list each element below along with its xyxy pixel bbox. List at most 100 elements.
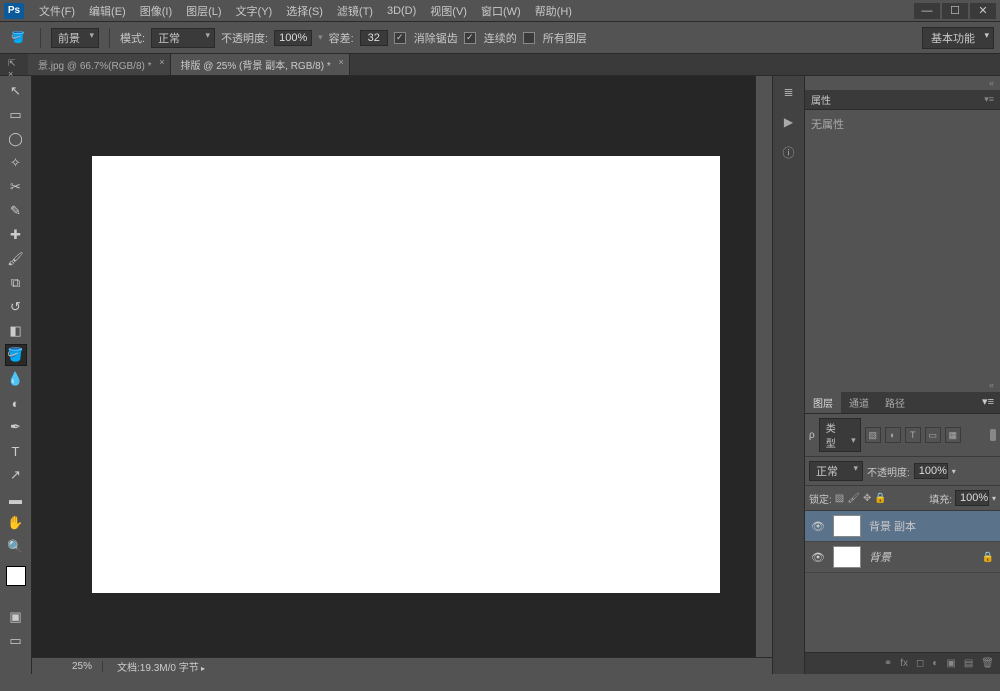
foreground-swatch[interactable] — [6, 566, 26, 586]
group-icon[interactable]: ▣ — [946, 658, 955, 669]
layer-filter-dropdown[interactable]: 类型 — [819, 418, 861, 452]
screen-mode-icon[interactable]: ▭ — [5, 630, 27, 652]
document-info[interactable]: 文档:19.3M/0 字节 — [117, 659, 205, 674]
paths-tab[interactable]: 路径 — [877, 392, 913, 413]
move-tool[interactable]: ↖ — [5, 80, 27, 102]
fill-label: 填充: — [929, 491, 952, 506]
quick-mask-icon[interactable]: ▣ — [5, 606, 27, 628]
marquee-tool[interactable]: ▭ — [5, 104, 27, 126]
lock-transparent-icon[interactable]: ▨ — [835, 493, 844, 504]
info-panel-icon[interactable]: ⓘ — [779, 142, 799, 162]
eyedropper-tool[interactable]: ✎ — [5, 200, 27, 222]
magic-wand-tool[interactable]: ✧ — [5, 152, 27, 174]
fill-source-dropdown[interactable]: 前景 — [51, 28, 99, 48]
filter-pixel-icon[interactable]: ▧ — [865, 427, 881, 443]
visibility-toggle-icon[interactable]: 👁 — [811, 551, 825, 564]
stamp-tool[interactable]: ⧉ — [5, 272, 27, 294]
layer-opacity-input[interactable]: 100% — [914, 463, 948, 479]
blend-mode-dropdown[interactable]: 正常 — [151, 28, 215, 48]
layer-mask-icon[interactable]: ◻ — [916, 658, 924, 669]
zoom-level[interactable]: 25% — [72, 661, 103, 672]
layer-row[interactable]: 👁 背景 副本 — [805, 511, 1000, 542]
lock-pixels-icon[interactable]: 🖌 — [847, 493, 860, 504]
layer-row[interactable]: 👁 背景 🔒 — [805, 542, 1000, 573]
filter-type-icon[interactable]: T — [905, 427, 921, 443]
tools-panel: ↖ ▭ ◯ ✧ ✂ ✎ ✚ 🖌 ⧉ ↺ ◧ 🪣 💧 ◐ ✒ T ↗ ▬ ✋ 🔍 … — [0, 76, 32, 674]
tab-pin-icon[interactable]: ⇱ × — [8, 58, 22, 72]
filter-toggle[interactable] — [990, 429, 996, 441]
paint-bucket-tool[interactable]: 🪣 — [5, 344, 27, 366]
layer-blend-dropdown[interactable]: 正常 — [809, 461, 863, 481]
layer-thumbnail[interactable] — [833, 546, 861, 568]
all-layers-checkbox[interactable] — [523, 32, 535, 44]
lock-position-icon[interactable]: ✥ — [863, 493, 871, 504]
minimize-button[interactable]: — — [914, 3, 940, 19]
visibility-toggle-icon[interactable]: 👁 — [811, 520, 825, 533]
vertical-scrollbar[interactable] — [755, 76, 772, 657]
brush-tool[interactable]: 🖌 — [5, 248, 27, 270]
layer-thumbnail[interactable] — [833, 515, 861, 537]
pen-tool[interactable]: ✒ — [5, 416, 27, 438]
close-button[interactable]: ✕ — [970, 3, 996, 19]
filter-adjust-icon[interactable]: ◐ — [885, 427, 901, 443]
lock-all-icon[interactable]: 🔒 — [874, 493, 886, 504]
menu-help[interactable]: 帮助(H) — [528, 3, 579, 19]
layer-name[interactable]: 背景 副本 — [869, 518, 916, 534]
menu-image[interactable]: 图像(I) — [133, 3, 179, 19]
document-tab[interactable]: 排版 @ 25% (背景 副本, RGB/8) * × — [171, 54, 350, 75]
antialias-checkbox[interactable]: ✓ — [394, 32, 406, 44]
path-tool[interactable]: ↗ — [5, 464, 27, 486]
layer-name[interactable]: 背景 — [869, 549, 891, 565]
dodge-tool[interactable]: ◐ — [5, 392, 27, 414]
healing-tool[interactable]: ✚ — [5, 224, 27, 246]
tab-close-icon[interactable]: × — [338, 57, 343, 67]
tab-label: 排版 @ 25% (背景 副本, RGB/8) * — [181, 61, 331, 72]
menu-3d[interactable]: 3D(D) — [380, 5, 423, 17]
menu-window[interactable]: 窗口(W) — [474, 3, 528, 19]
maximize-button[interactable]: ☐ — [942, 3, 968, 19]
new-layer-icon[interactable]: ▤ — [964, 658, 973, 669]
panel-menu-icon[interactable]: ▾≡ — [976, 392, 1000, 413]
layer-style-icon[interactable]: fx — [900, 658, 908, 669]
zoom-tool[interactable]: 🔍 — [5, 536, 27, 558]
delete-layer-icon[interactable]: 🗑 — [981, 658, 994, 669]
eraser-tool[interactable]: ◧ — [5, 320, 27, 342]
color-swatches[interactable] — [2, 566, 30, 594]
channels-tab[interactable]: 通道 — [841, 392, 877, 413]
actions-panel-icon[interactable]: ▶ — [779, 112, 799, 132]
tolerance-input[interactable]: 32 — [360, 30, 388, 46]
layers-tab[interactable]: 图层 — [805, 392, 841, 413]
tool-preset-icon[interactable]: 🪣 — [6, 26, 30, 50]
crop-tool[interactable]: ✂ — [5, 176, 27, 198]
link-layers-icon[interactable]: ⚭ — [884, 658, 892, 669]
lasso-tool[interactable]: ◯ — [5, 128, 27, 150]
filter-shape-icon[interactable]: ▭ — [925, 427, 941, 443]
menu-select[interactable]: 选择(S) — [279, 3, 330, 19]
workspace-switcher[interactable]: 基本功能 — [922, 27, 994, 49]
panel-collapse-icon[interactable]: « — [805, 76, 1000, 90]
type-tool[interactable]: T — [5, 440, 27, 462]
menu-type[interactable]: 文字(Y) — [229, 3, 280, 19]
history-panel-icon[interactable]: ≣ — [779, 82, 799, 102]
menu-edit[interactable]: 编辑(E) — [82, 3, 133, 19]
blur-tool[interactable]: 💧 — [5, 368, 27, 390]
shape-tool[interactable]: ▬ — [5, 488, 27, 510]
menu-file[interactable]: 文件(F) — [32, 3, 82, 19]
menu-view[interactable]: 视图(V) — [423, 3, 474, 19]
properties-panel-tab[interactable]: 属性 ▾≡ — [805, 90, 1000, 110]
document-canvas[interactable] — [92, 156, 720, 593]
menu-layer[interactable]: 图层(L) — [179, 3, 228, 19]
tab-close-icon[interactable]: × — [159, 57, 164, 67]
panel-menu-icon[interactable]: ▾≡ — [984, 94, 994, 105]
filter-smart-icon[interactable]: ▦ — [945, 427, 961, 443]
contiguous-checkbox[interactable]: ✓ — [464, 32, 476, 44]
history-brush-tool[interactable]: ↺ — [5, 296, 27, 318]
fill-input[interactable]: 100% — [955, 490, 989, 506]
document-tab[interactable]: 景.jpg @ 66.7%(RGB/8) * × — [28, 54, 171, 75]
hand-tool[interactable]: ✋ — [5, 512, 27, 534]
panel-collapse-icon[interactable]: « — [805, 378, 1000, 392]
opacity-input[interactable]: 100% — [274, 30, 312, 46]
menu-filter[interactable]: 滤镜(T) — [330, 3, 380, 19]
adjustment-layer-icon[interactable]: ◐ — [932, 658, 938, 669]
tolerance-label: 容差: — [329, 30, 354, 46]
